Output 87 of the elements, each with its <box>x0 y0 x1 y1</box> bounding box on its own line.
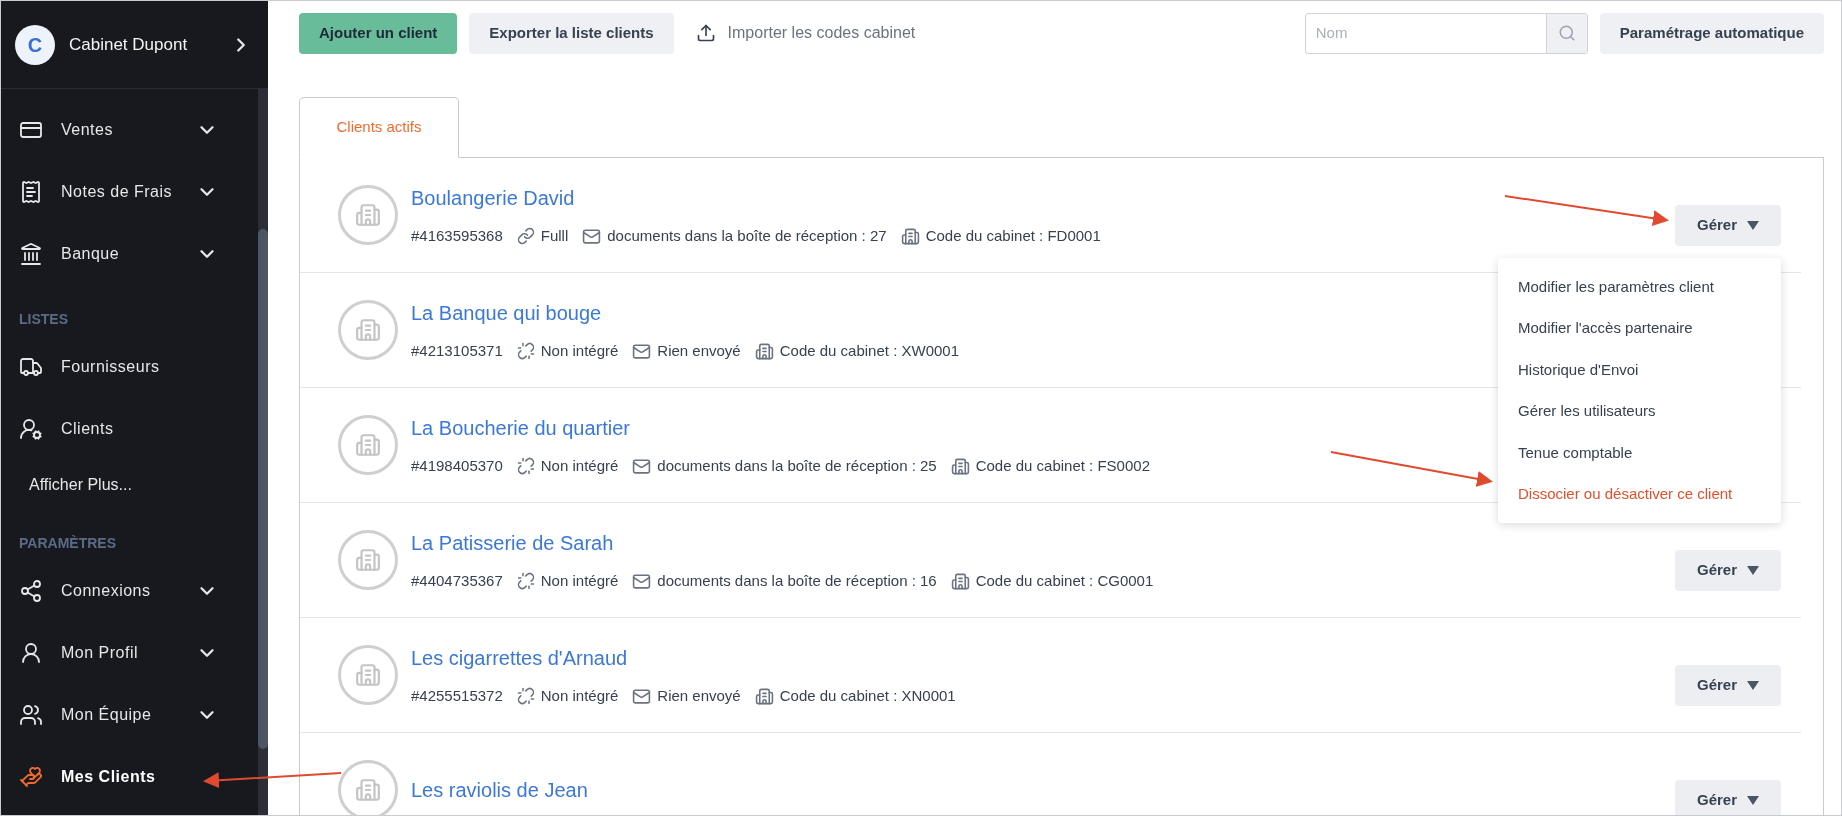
sidebar-item[interactable]: Connexions <box>1 560 258 622</box>
integration-status: Non intégré <box>540 455 619 476</box>
client-number: #4163595368 <box>411 225 503 246</box>
integration-status: Non intégré <box>540 685 619 706</box>
client-name-link[interactable]: La Patisserie de Sarah <box>411 527 614 558</box>
receipt-icon <box>19 180 43 204</box>
upload-icon <box>695 23 716 43</box>
account-avatar: C <box>15 24 55 65</box>
caret-icon <box>1747 565 1759 575</box>
client-name-link[interactable]: Les cigarrettes d'Arnaud <box>411 642 628 673</box>
mail-icon <box>582 226 602 246</box>
mail-icon <box>632 456 652 476</box>
inbox-status: documents dans la boîte de réception : 16 <box>657 570 937 591</box>
inbox-status: documents dans la boîte de réception : 25 <box>657 455 937 476</box>
auto-setup-button[interactable]: Paramétrage automatique <box>1599 12 1824 54</box>
menu-item[interactable]: Gérer les utilisateurs <box>1498 390 1781 432</box>
menu-item[interactable]: Historique d'Envoi <box>1498 349 1781 391</box>
cabinet-code: Code du cabinet : FS0002 <box>975 455 1150 476</box>
export-button[interactable]: Exporter la liste clients <box>469 12 674 54</box>
caret-icon <box>1747 795 1759 805</box>
manage-button[interactable]: Gérer <box>1675 204 1781 246</box>
search-input[interactable]: Nom <box>1305 13 1546 53</box>
cabinet-code: Code du cabinet : XW0001 <box>779 340 959 361</box>
client-name-link[interactable]: La Banque qui bouge <box>411 297 602 328</box>
sidebar-item[interactable]: Mon Équipe <box>1 684 258 746</box>
section-heading: LISTES <box>19 310 68 329</box>
client-name-link[interactable]: Boulangerie David <box>411 182 575 213</box>
manage-button[interactable]: Gérer <box>1675 779 1781 815</box>
client-name-link[interactable]: Les raviolis de Jean <box>411 775 588 805</box>
user-icon <box>19 641 43 665</box>
sidebar-item[interactable]: Fournisseurs <box>1 336 258 398</box>
caret-icon <box>1747 220 1759 230</box>
client-number: #4255515372 <box>411 685 503 706</box>
building-icon <box>754 686 774 706</box>
search-field[interactable]: Nom <box>1304 12 1588 54</box>
inbox-status: Rien envoyé <box>657 340 741 361</box>
add-client-button[interactable]: Ajouter un client <box>299 12 458 54</box>
integration-status: Non intégré <box>540 340 619 361</box>
hand-person-icon <box>19 765 43 789</box>
integration-status: Fulll <box>540 225 569 246</box>
search-icon <box>1557 24 1576 42</box>
account-name: Cabinet Dupont <box>69 33 189 56</box>
sidebar-item[interactable]: Mes Clients <box>1 746 258 808</box>
cabinet-code: Code du cabinet : FD0001 <box>925 225 1101 246</box>
import-link[interactable]: Importer les codes cabinet <box>695 21 916 45</box>
sidebar-item[interactable]: Clients <box>1 398 258 460</box>
building-avatar-icon <box>338 185 398 245</box>
building-avatar-icon <box>338 300 398 360</box>
truck-icon <box>19 355 43 379</box>
section-heading: PARAMÈTRES <box>19 534 116 553</box>
sidebar-item[interactable]: Notes de Frais <box>1 161 258 223</box>
sidebar-item[interactable]: Banque <box>1 223 258 285</box>
deactivate-menu-item[interactable]: Dissocier ou désactiver ce client <box>1498 473 1781 515</box>
cabinet-code: Code du cabinet : CG0001 <box>975 570 1154 591</box>
scrollbar[interactable] <box>258 229 268 749</box>
client-number: #4198405370 <box>411 455 503 476</box>
building-avatar-icon <box>338 415 398 475</box>
mail-icon <box>632 686 652 706</box>
mail-icon <box>632 341 652 361</box>
caret-icon <box>1747 680 1759 690</box>
inbox-status: documents dans la boîte de réception : 27 <box>607 225 887 246</box>
integration-status: Non intégré <box>540 570 619 591</box>
building-avatar-icon <box>338 530 398 590</box>
client-number: #4404735367 <box>411 570 503 591</box>
sidebar-item[interactable]: Mon Profil <box>1 622 258 684</box>
show-more-link[interactable]: Afficher Plus... <box>29 472 132 497</box>
building-icon <box>754 341 774 361</box>
building-icon <box>900 226 920 246</box>
search-button[interactable] <box>1545 13 1587 53</box>
connections-icon <box>19 579 43 603</box>
cabinet-code: Code du cabinet : XN0001 <box>779 685 956 706</box>
menu-item[interactable]: Modifier l'accès partenaire <box>1498 307 1781 349</box>
team-icon <box>19 703 43 727</box>
sidebar-item[interactable]: Ventes <box>1 99 258 161</box>
bank-icon <box>19 242 43 266</box>
building-icon <box>950 456 970 476</box>
inbox-status: Rien envoyé <box>657 685 741 706</box>
client-name-link[interactable]: La Boucherie du quartier <box>411 412 631 443</box>
manage-button[interactable]: Gérer <box>1675 664 1781 706</box>
building-avatar-icon <box>338 645 398 705</box>
building-icon <box>950 571 970 591</box>
mail-icon <box>632 571 652 591</box>
manage-button[interactable]: Gérer <box>1675 549 1781 591</box>
client-number: #4213105371 <box>411 340 503 361</box>
menu-item[interactable]: Modifier les paramètres client <box>1498 266 1781 308</box>
menu-item[interactable]: Tenue comptable <box>1498 432 1781 474</box>
person-icon <box>19 417 43 441</box>
